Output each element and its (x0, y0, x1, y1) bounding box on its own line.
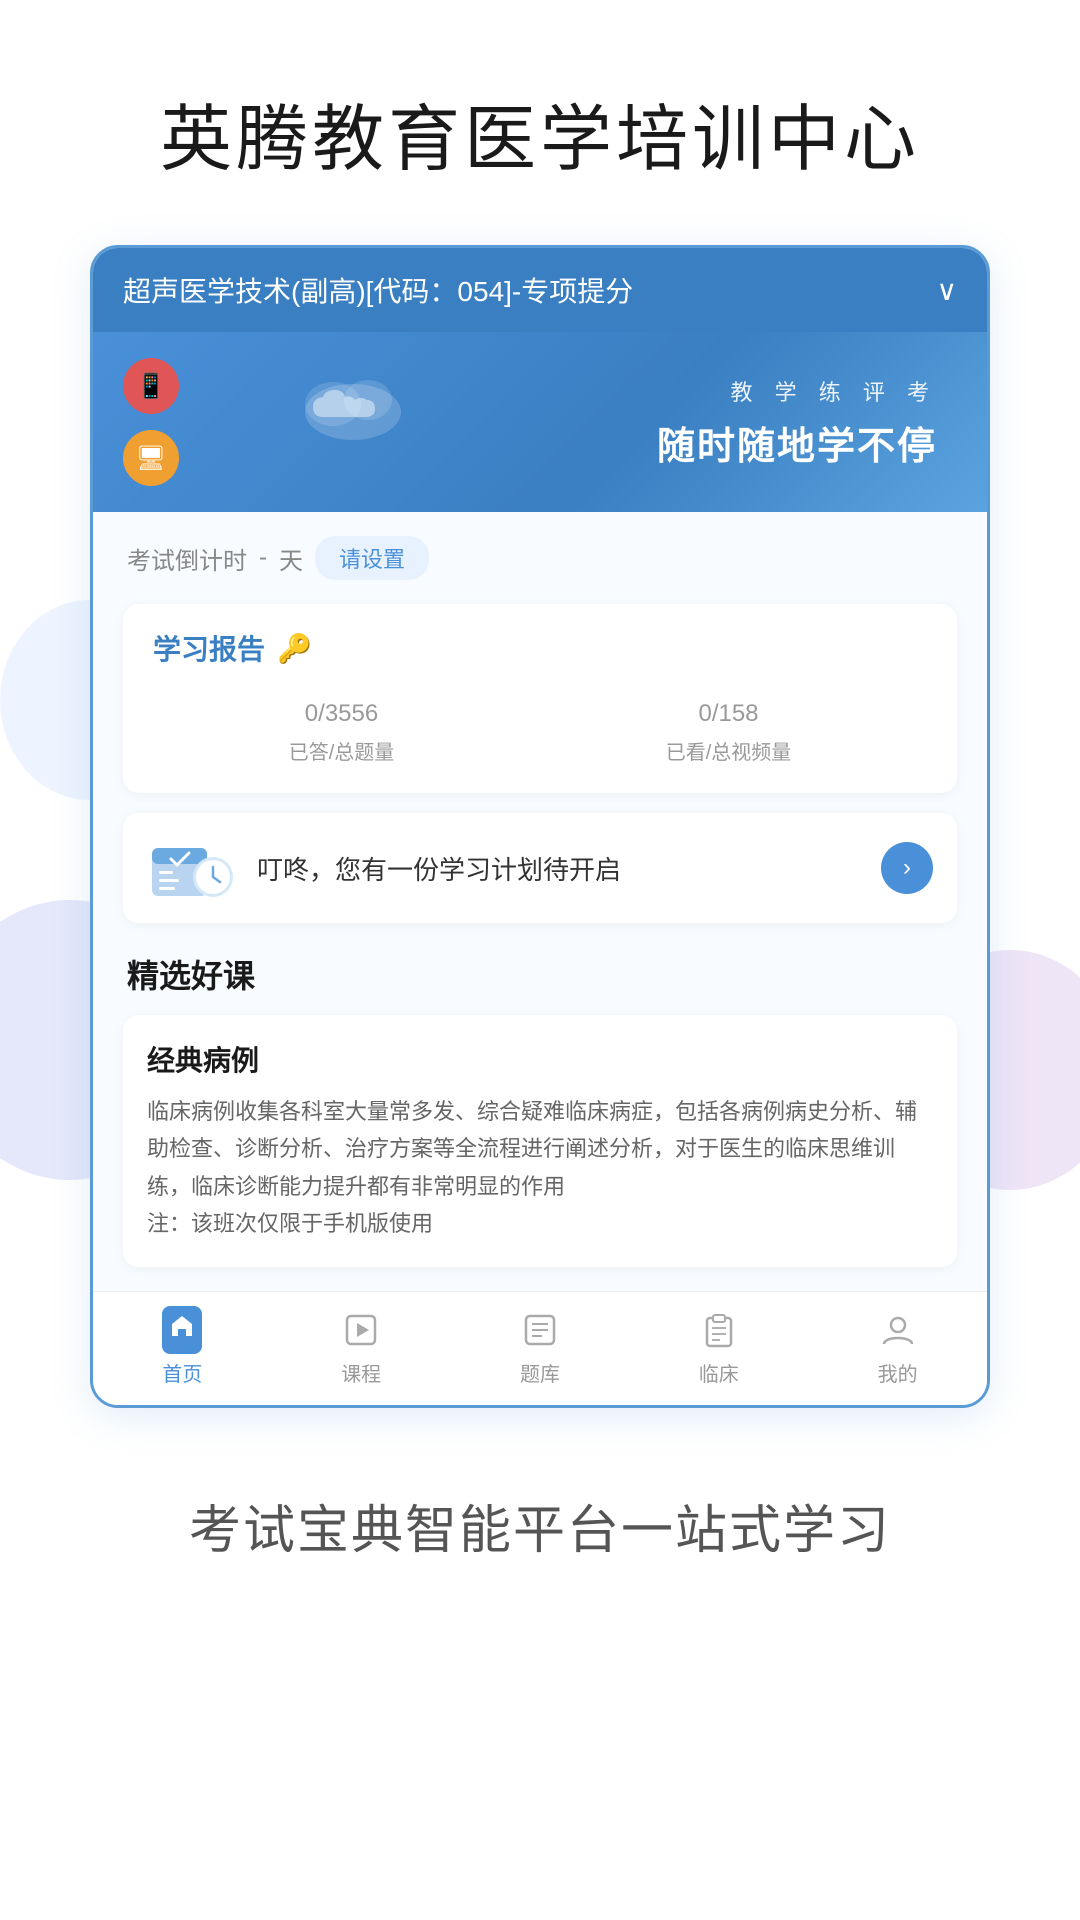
course-card-title: 经典病例 (147, 1039, 933, 1079)
courses-section-title: 精选好课 (123, 951, 957, 997)
nav-item-clinical[interactable]: 临床 (659, 1308, 779, 1387)
banner: 📱 🖥 教 学 练 评 考 随时随地学不停 (93, 332, 987, 512)
report-card: 学习报告 🔑 0/3556 已答/总题量 0/158 已看/总视频量 (123, 604, 957, 793)
person-icon (876, 1308, 920, 1352)
countdown-unit: 天 (279, 541, 303, 576)
report-header: 学习报告 🔑 (153, 628, 927, 668)
plan-card[interactable]: 叮咚，您有一份学习计划待开启 › (123, 813, 957, 923)
answered-label: 已答/总题量 (289, 736, 395, 765)
report-title: 学习报告 (153, 628, 265, 668)
banner-icon-phone: 📱 (123, 358, 179, 414)
bottom-subtitle: 考试宝典智能平台一站式学习 (189, 1488, 891, 1563)
answered-count: 0/3556 (289, 688, 395, 730)
banner-text: 教 学 练 评 考 随时随地学不停 (657, 375, 937, 470)
nav-label-home: 首页 (162, 1358, 202, 1387)
clipboard-icon (697, 1308, 741, 1352)
plan-illustration (147, 833, 237, 903)
countdown-dash: - (259, 544, 267, 572)
nav-label-courses: 课程 (341, 1358, 381, 1387)
course-card[interactable]: 经典病例 临床病例收集各科室大量常多发、综合疑难临床病症，包括各病例病史分析、辅… (123, 1015, 957, 1267)
plan-text: 叮咚，您有一份学习计划待开启 (257, 850, 861, 887)
countdown-row: 考试倒计时 - 天 请设置 (123, 536, 957, 580)
nav-label-questions: 题库 (520, 1358, 560, 1387)
banner-icon-monitor: 🖥 (123, 430, 179, 486)
report-stats: 0/3556 已答/总题量 0/158 已看/总视频量 (153, 688, 927, 765)
watched-stat: 0/158 已看/总视频量 (666, 688, 792, 765)
home-icon (160, 1308, 204, 1352)
main-title: 英腾教育医学培训中心 (160, 80, 920, 185)
nav-item-home[interactable]: 首页 (122, 1308, 242, 1387)
nav-label-mine: 我的 (878, 1358, 918, 1387)
countdown-label: 考试倒计时 (127, 541, 247, 576)
answered-stat: 0/3556 已答/总题量 (289, 688, 395, 765)
nav-item-questions[interactable]: 题库 (480, 1308, 600, 1387)
plan-arrow-button[interactable]: › (881, 842, 933, 894)
nav-item-mine[interactable]: 我的 (838, 1308, 958, 1387)
course-title: 超声医学技术(副高)[代码：054]-专项提分 (123, 270, 925, 310)
play-icon (339, 1308, 383, 1352)
course-card-desc: 临床病例收集各科室大量常多发、综合疑难临床病症，包括各病例病史分析、辅助检查、诊… (147, 1093, 933, 1243)
bottom-nav: 首页 课程 (93, 1291, 987, 1405)
phone-card: 超声医学技术(副高)[代码：054]-专项提分 ∨ 📱 🖥 (90, 245, 990, 1408)
banner-cloud-icon (293, 362, 413, 447)
watched-count: 0/158 (666, 688, 792, 730)
set-countdown-button[interactable]: 请设置 (315, 536, 429, 580)
header-bar[interactable]: 超声医学技术(副高)[代码：054]-专项提分 ∨ (93, 248, 987, 332)
question-bank-icon (518, 1308, 562, 1352)
nav-label-clinical: 临床 (699, 1358, 739, 1387)
watched-label: 已看/总视频量 (666, 736, 792, 765)
banner-subtitle: 教 学 练 评 考 (657, 375, 937, 407)
banner-icons: 📱 🖥 (123, 358, 179, 486)
banner-title: 随时随地学不停 (657, 415, 937, 470)
chevron-down-icon[interactable]: ∨ (937, 274, 958, 307)
nav-item-courses[interactable]: 课程 (301, 1308, 421, 1387)
content-area: 考试倒计时 - 天 请设置 学习报告 🔑 0/3556 已答/总题量 (93, 512, 987, 1291)
key-icon: 🔑 (277, 632, 312, 665)
